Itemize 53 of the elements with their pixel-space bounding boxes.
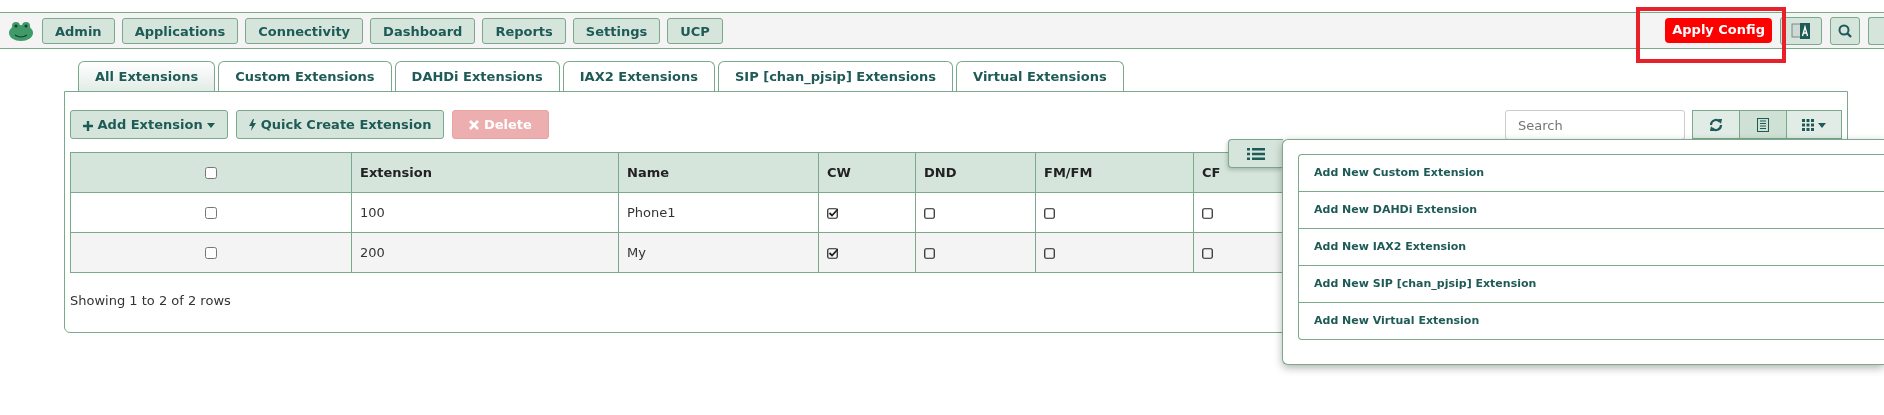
dropdown-toggle-tab[interactable] bbox=[1228, 139, 1283, 168]
caret-icon bbox=[1818, 122, 1827, 128]
dropdown-item[interactable]: Add New SIP [chan_pjsip] Extension bbox=[1298, 265, 1884, 303]
translate-icon bbox=[1791, 21, 1811, 40]
close-icon bbox=[469, 120, 480, 131]
menu-button[interactable]: UCP bbox=[667, 17, 723, 44]
dropdown-item[interactable]: Add New Custom Extension bbox=[1298, 154, 1884, 192]
column-header[interactable]: Extension bbox=[351, 152, 619, 193]
caret-icon bbox=[207, 123, 216, 128]
table-cell: My bbox=[618, 232, 819, 273]
tab[interactable]: SIP [chan_pjsip] Extensions bbox=[717, 61, 954, 91]
pagination-info: Showing 1 to 2 of 2 rows bbox=[70, 292, 231, 310]
search-button[interactable] bbox=[1830, 16, 1860, 45]
select-all-checkbox[interactable] bbox=[205, 167, 217, 180]
grid-icon bbox=[1801, 119, 1814, 132]
refresh-icon bbox=[1709, 117, 1723, 132]
row-checkbox[interactable] bbox=[205, 247, 217, 260]
refresh-button[interactable] bbox=[1692, 110, 1740, 139]
translate-button[interactable] bbox=[1780, 16, 1822, 45]
frog-logo-icon bbox=[8, 19, 34, 42]
dropdown-item[interactable]: Add New Virtual Extension bbox=[1298, 302, 1884, 340]
tab[interactable]: Virtual Extensions bbox=[956, 61, 1124, 91]
dropdown-item[interactable]: Add New DAHDi Extension bbox=[1298, 191, 1884, 229]
table-cell: 200 bbox=[351, 232, 619, 273]
search-field[interactable]: Search bbox=[1505, 110, 1685, 140]
columns-button[interactable] bbox=[1786, 110, 1842, 139]
bolt-icon bbox=[249, 119, 257, 132]
toggle-view-button[interactable] bbox=[1739, 110, 1787, 139]
menu-button[interactable]: Dashboard bbox=[370, 17, 476, 44]
quick-create-button[interactable]: Quick Create Extension bbox=[236, 110, 445, 139]
column-header[interactable]: Name bbox=[618, 152, 819, 193]
row-checkbox[interactable] bbox=[205, 207, 217, 220]
menu-button[interactable]: Admin bbox=[42, 17, 115, 44]
menu-button[interactable]: Reports bbox=[482, 17, 566, 44]
apply-config-button[interactable]: Apply Config bbox=[1665, 18, 1772, 43]
tab[interactable]: Custom Extensions bbox=[218, 61, 392, 91]
column-header[interactable]: CW bbox=[818, 152, 916, 193]
menu-button[interactable]: Applications bbox=[121, 17, 239, 44]
tab[interactable]: IAX2 Extensions bbox=[562, 61, 715, 91]
list-icon bbox=[1757, 117, 1769, 132]
table-cell: 100 bbox=[351, 192, 619, 233]
tab[interactable]: All Extensions bbox=[78, 61, 216, 91]
plus-icon bbox=[83, 120, 93, 131]
table-cell: Phone1 bbox=[618, 192, 819, 233]
tab[interactable]: DAHDi Extensions bbox=[394, 61, 560, 91]
add-extension-button[interactable]: Add Extension bbox=[70, 110, 229, 139]
menu-button[interactable]: Settings bbox=[572, 17, 661, 44]
search-icon bbox=[1838, 23, 1852, 38]
dropdown-item[interactable]: Add New IAX2 Extension bbox=[1298, 228, 1884, 266]
menu-button[interactable]: Connectivity bbox=[245, 17, 364, 44]
list-icon bbox=[1247, 146, 1265, 161]
column-header[interactable]: DND bbox=[915, 152, 1036, 193]
column-header[interactable]: FM/FM bbox=[1035, 152, 1194, 193]
